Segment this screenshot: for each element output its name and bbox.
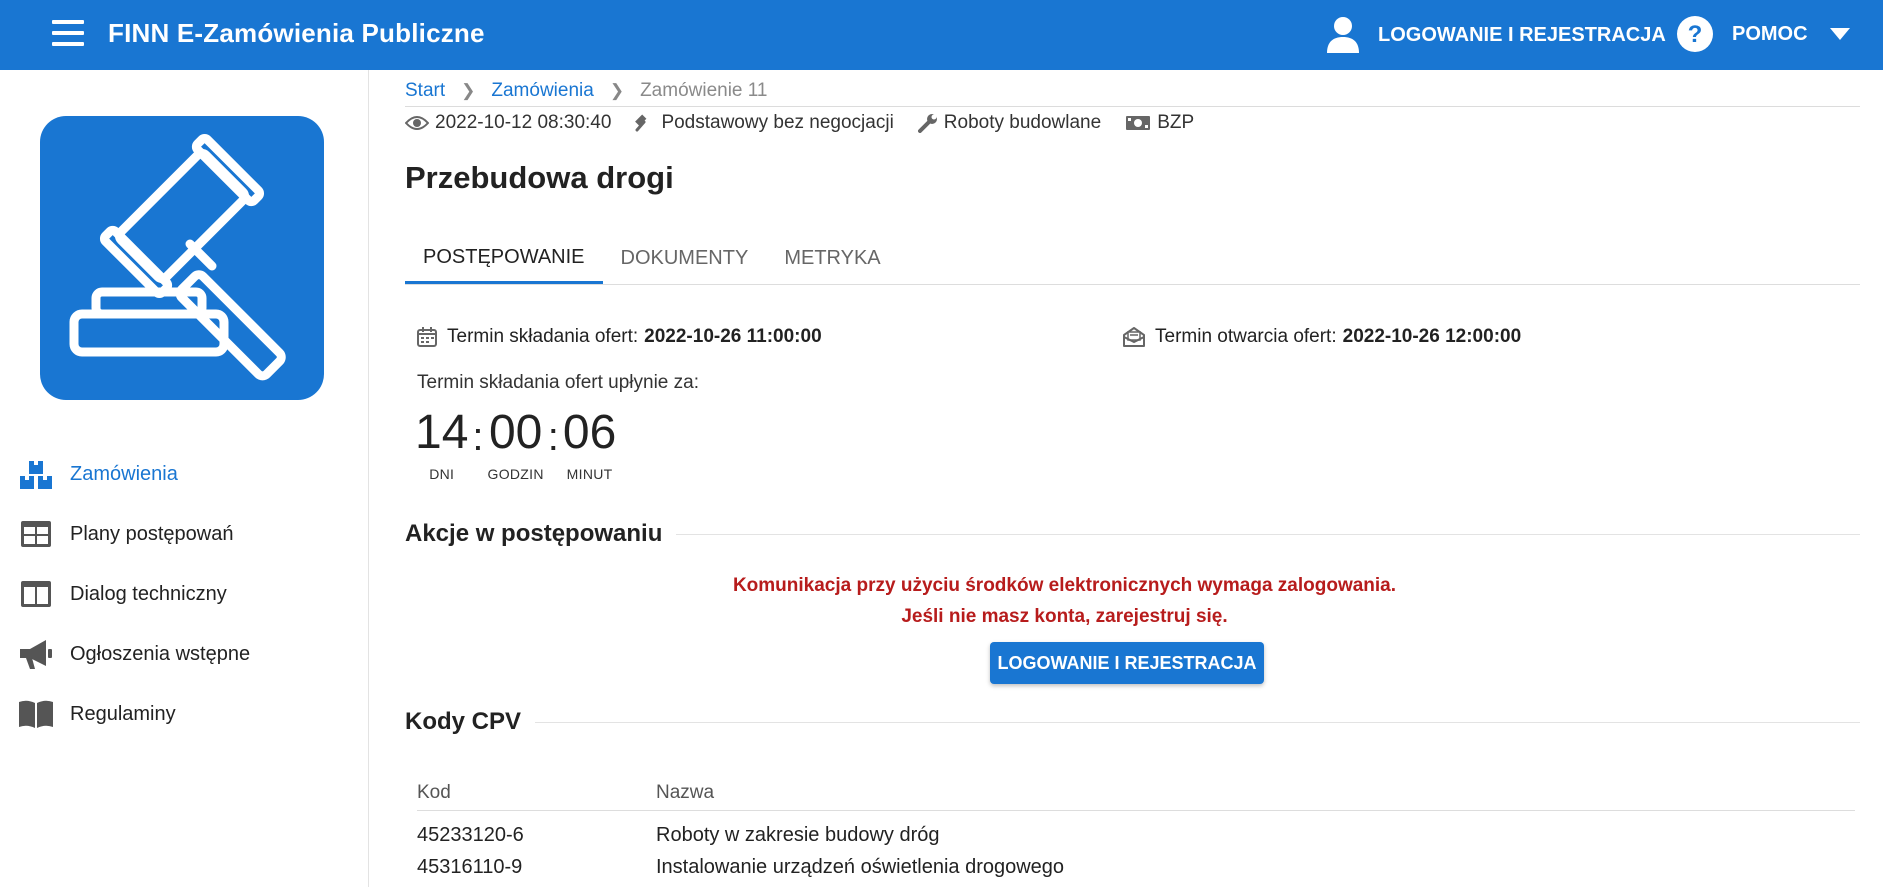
svg-text:?: ? bbox=[1688, 21, 1703, 48]
submission-deadline: Termin składania ofert: 2022-10-26 11:00… bbox=[417, 326, 822, 348]
page-title: Przebudowa drogi bbox=[405, 160, 674, 195]
cpv-name: Roboty w zakresie budowy dróg bbox=[656, 823, 940, 846]
countdown-separator: : bbox=[547, 415, 559, 459]
login-register-button[interactable]: LOGOWANIE I REJESTRACJA bbox=[990, 642, 1264, 684]
table-icon bbox=[18, 516, 54, 552]
cpv-code: 45316110-9 bbox=[417, 855, 523, 878]
opening-deadline: Termin otwarcia ofert: 2022-10-26 12:00:… bbox=[1123, 326, 1521, 348]
chevron-right-icon: ❯ bbox=[461, 81, 476, 100]
chevron-right-icon: ❯ bbox=[609, 81, 625, 100]
meta-source: BZP bbox=[1125, 112, 1194, 134]
wrench-icon bbox=[917, 114, 937, 133]
countdown-minutes: 06 MINUT bbox=[562, 406, 617, 483]
sidebar-item-plany[interactable]: Plany postępowań bbox=[0, 504, 368, 564]
sidebar-item-ogloszenia[interactable]: Ogłoszenia wstępne bbox=[0, 624, 368, 684]
sidebar-item-dialog[interactable]: Dialog techniczny bbox=[0, 564, 368, 624]
breadcrumb: Start ❯ Zamówienia ❯ Zamówienie 11 bbox=[405, 80, 768, 102]
envelope-open-icon bbox=[1123, 327, 1145, 347]
tab-bar: POSTĘPOWANIE DOKUMENTY METRYKA bbox=[405, 234, 1860, 285]
menu-icon[interactable] bbox=[52, 20, 84, 48]
breadcrumb-current: Zamówienie 11 bbox=[640, 80, 768, 101]
meta-date: 2022-10-12 08:30:40 bbox=[405, 112, 611, 134]
breadcrumb-zamowienia[interactable]: Zamówienia bbox=[491, 80, 593, 102]
countdown-label: Termin składania ofert upłynie za: bbox=[417, 372, 699, 393]
divider bbox=[676, 533, 1860, 535]
sidebar-nav: Zamówienia Plany postępowań Dialog techn… bbox=[0, 444, 368, 744]
help-icon: ? bbox=[1677, 16, 1713, 52]
sidebar-item-zamowienia[interactable]: Zamówienia bbox=[0, 444, 368, 504]
divider bbox=[535, 721, 1860, 723]
boxes-icon bbox=[18, 456, 54, 492]
meta-type: Roboty budowlane bbox=[917, 112, 1101, 134]
countdown-timer: 14 DNI : 00 GODZIN : 06 MINUT bbox=[415, 406, 617, 483]
sidebar-item-label: Dialog techniczny bbox=[70, 582, 227, 605]
procedure-meta: 2022-10-12 08:30:40 Podstawowy bez negoc… bbox=[405, 112, 1218, 134]
actions-section-heading: Akcje w postępowaniu bbox=[405, 520, 1860, 548]
money-icon bbox=[1126, 116, 1151, 130]
sidebar-item-label: Ogłoszenia wstępne bbox=[70, 642, 251, 665]
app-title: FINN E-Zamówienia Publiczne bbox=[108, 18, 485, 48]
tab-postepowanie[interactable]: POSTĘPOWANIE bbox=[405, 234, 603, 284]
chevron-down-icon bbox=[1829, 28, 1850, 40]
column-header-name: Nazwa bbox=[656, 782, 715, 803]
eye-icon bbox=[405, 116, 429, 130]
cpv-code: 45233120-6 bbox=[417, 823, 524, 846]
cpv-section-heading: Kody CPV bbox=[405, 708, 1860, 736]
login-required-warning: Komunikacja przy użyciu środków elektron… bbox=[732, 575, 1397, 627]
countdown-days: 14 DNI bbox=[415, 406, 469, 483]
cpv-table: Kod Nazwa 45233120-6 Roboty w zakresie b… bbox=[417, 776, 1855, 883]
tab-dokumenty[interactable]: DOKUMENTY bbox=[603, 234, 767, 282]
gavel-logo bbox=[40, 116, 324, 400]
table-row: 45233120-6 Roboty w zakresie budowy dróg bbox=[417, 819, 1855, 851]
sidebar-item-label: Zamówienia bbox=[70, 462, 178, 485]
table-row: 45316110-9 Instalowanie urządzeń oświetl… bbox=[417, 851, 1855, 883]
cpv-name: Instalowanie urządzeń oświetlenia drogow… bbox=[656, 855, 1065, 878]
divider bbox=[405, 106, 1860, 107]
help-label: POMOC bbox=[1732, 22, 1808, 45]
help-menu[interactable]: ? POMOC bbox=[1676, 14, 1850, 54]
sidebar-item-regulaminy[interactable]: Regulaminy bbox=[0, 684, 368, 744]
user-icon bbox=[1327, 17, 1359, 53]
sidebar-item-label: Regulaminy bbox=[70, 702, 176, 725]
login-register-label: LOGOWANIE I REJESTRACJA bbox=[1378, 23, 1666, 46]
calendar-icon bbox=[417, 327, 437, 347]
opening-deadline-value: 2022-10-26 12:00:00 bbox=[1342, 326, 1522, 347]
countdown-hours: 00 GODZIN bbox=[487, 406, 544, 483]
gavel-small-icon bbox=[635, 114, 647, 132]
top-app-bar: FINN E-Zamówienia Publiczne LOGOWANIE I … bbox=[0, 0, 1883, 70]
column-header-code: Kod bbox=[417, 782, 451, 803]
meta-mode: Podstawowy bez negocjacji bbox=[635, 112, 894, 134]
login-register-link[interactable]: LOGOWANIE I REJESTRACJA bbox=[1326, 16, 1666, 54]
sidebar-item-label: Plany postępowań bbox=[70, 522, 234, 545]
breadcrumb-start[interactable]: Start bbox=[405, 80, 445, 102]
book-icon bbox=[18, 696, 54, 732]
columns-icon bbox=[18, 576, 54, 612]
megaphone-icon bbox=[18, 636, 54, 672]
tab-metryka[interactable]: METRYKA bbox=[766, 234, 898, 282]
sidebar: Zamówienia Plany postępowań Dialog techn… bbox=[0, 70, 369, 887]
gavel-icon bbox=[69, 133, 286, 381]
table-header: Kod Nazwa bbox=[417, 776, 1855, 811]
submission-deadline-value: 2022-10-26 11:00:00 bbox=[644, 326, 822, 347]
countdown-separator: : bbox=[472, 415, 484, 459]
